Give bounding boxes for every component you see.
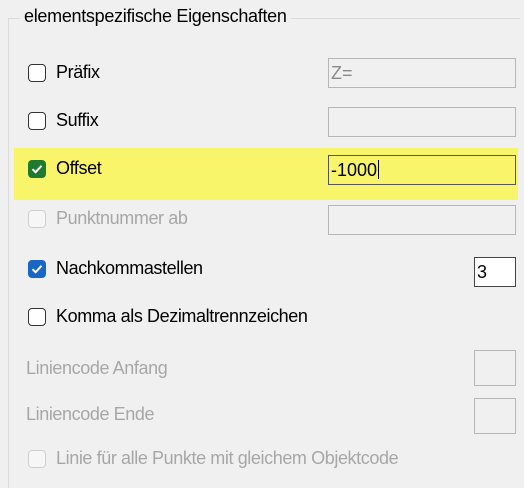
line-all-points-label: Linie für alle Punkte mit gleichem Objek…: [56, 448, 399, 468]
line-all-points-checkbox[interactable]: [28, 450, 46, 468]
offset-input[interactable]: -1000: [328, 155, 516, 185]
offset-value: -1000: [331, 160, 378, 180]
group-title: elementspezifische Eigenschaften: [20, 6, 291, 27]
point-number-label: Punktnummer ab: [56, 208, 188, 228]
prefix-label[interactable]: Präfix: [56, 62, 100, 83]
point-number-input[interactable]: [328, 205, 516, 235]
offset-checkbox[interactable]: [28, 160, 46, 178]
line-code-end-row: Liniencode Ende: [0, 398, 524, 434]
decimals-label[interactable]: Nachkommastellen: [56, 258, 203, 279]
line-code-end-label: Liniencode Ende: [26, 404, 155, 424]
checkmark-icon: [31, 265, 43, 274]
point-number-row: Punktnummer ab: [0, 202, 524, 238]
prefix-input[interactable]: Z=: [328, 58, 516, 88]
suffix-label[interactable]: Suffix: [56, 110, 99, 131]
decimals-row: Nachkommastellen 3: [0, 252, 524, 288]
prefix-checkbox[interactable]: [28, 64, 46, 82]
line-code-end-input[interactable]: [474, 398, 516, 434]
comma-row: Komma als Dezimaltrennzeichen: [0, 300, 524, 336]
decimals-checkbox[interactable]: [28, 260, 46, 278]
offset-label[interactable]: Offset: [56, 158, 102, 179]
suffix-row: Suffix: [0, 104, 524, 140]
suffix-checkbox[interactable]: [28, 112, 46, 130]
line-code-start-label: Liniencode Anfang: [26, 358, 168, 378]
offset-row: Offset -1000: [0, 152, 524, 188]
line-code-start-input[interactable]: [474, 350, 516, 386]
suffix-input[interactable]: [328, 107, 516, 137]
line-code-start-row: Liniencode Anfang: [0, 350, 524, 386]
text-cursor: [378, 160, 380, 179]
point-number-checkbox[interactable]: [28, 210, 46, 228]
prefix-row: Präfix Z=: [0, 56, 524, 92]
line-all-points-row: Linie für alle Punkte mit gleichem Objek…: [0, 442, 524, 478]
comma-label[interactable]: Komma als Dezimaltrennzeichen: [56, 306, 308, 327]
comma-checkbox[interactable]: [28, 308, 46, 326]
decimals-input[interactable]: 3: [474, 257, 516, 287]
checkmark-icon: [31, 165, 43, 174]
